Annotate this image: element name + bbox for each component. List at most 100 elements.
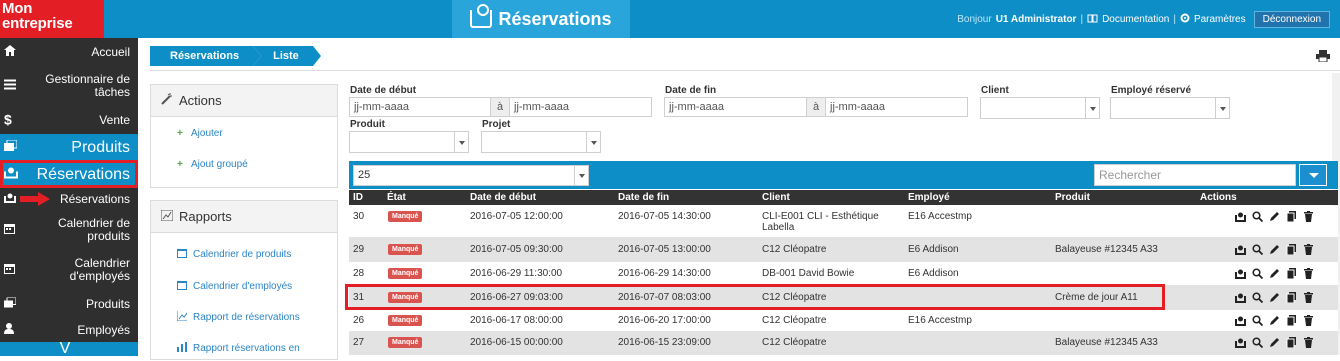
copy-icon[interactable] — [1286, 315, 1297, 327]
copy-icon[interactable] — [1286, 244, 1297, 256]
logout-button[interactable]: Déconnexion — [1253, 11, 1330, 28]
report-product-calendar[interactable]: Calendrier de produits — [151, 235, 337, 273]
report-reservations[interactable]: Rapport de réservations — [151, 299, 337, 335]
start-date-from-input[interactable]: jj-mm-aaaa — [349, 97, 491, 117]
search-icon[interactable] — [1252, 268, 1264, 280]
cell-start-date: 2016-06-17 08:00:00 — [470, 315, 563, 326]
column-id[interactable]: ID — [353, 192, 363, 203]
table-row[interactable]: 30 2016-07-05 12:00:00 2016-07-05 14:30:00… — [349, 206, 1338, 237]
row-actions — [1235, 268, 1314, 280]
breadcrumb-reservations[interactable]: Réservations — [150, 46, 262, 66]
documentation-link[interactable]: Documentation — [1102, 14, 1169, 25]
copy-icon[interactable] — [1286, 337, 1297, 349]
search-icon[interactable] — [1252, 292, 1264, 304]
search-dropdown-button[interactable] — [1299, 164, 1327, 186]
trash-icon[interactable] — [1303, 292, 1314, 303]
sidebar-item-label: Accueil — [91, 44, 130, 59]
table-row[interactable]: 29 2016-07-05 09:30:00 2016-07-05 13:00:00… — [349, 237, 1338, 262]
column-employee[interactable]: Employé — [908, 192, 950, 203]
user-menu: Bonjour U1 Administrator | Documentation… — [957, 11, 1330, 28]
sidebar-section-next[interactable]: V — [0, 342, 138, 356]
range-separator: à — [491, 97, 509, 117]
pencil-icon[interactable] — [1269, 268, 1280, 279]
gear-icon — [1180, 13, 1190, 26]
product-label: Produit — [350, 119, 385, 130]
column-end[interactable]: Date de fin — [618, 192, 669, 203]
copy-icon[interactable] — [1286, 268, 1297, 280]
search-icon[interactable] — [1252, 211, 1264, 223]
page-size-select[interactable]: 25 — [353, 165, 589, 186]
chevron-down-icon — [454, 132, 468, 152]
copy-icon[interactable] — [1286, 211, 1297, 223]
tray-icon[interactable] — [1235, 211, 1246, 222]
tray-icon[interactable] — [1235, 315, 1246, 326]
trash-icon[interactable] — [1303, 337, 1314, 348]
pencil-icon[interactable] — [1269, 211, 1280, 222]
trash-icon[interactable] — [1303, 268, 1314, 279]
project-label: Projet — [482, 119, 511, 130]
search-icon[interactable] — [1252, 315, 1264, 327]
column-state[interactable]: État — [387, 192, 406, 203]
cell-end-date: 2016-06-15 23:09:00 — [618, 337, 711, 348]
end-date-from-input[interactable]: jj-mm-aaaa — [664, 97, 807, 117]
calendar-icon — [177, 248, 187, 261]
project-select[interactable] — [481, 131, 601, 153]
client-select[interactable] — [980, 97, 1100, 119]
bulk-add-link[interactable]: + Ajout groupé — [151, 149, 337, 179]
status-badge: Manqué — [388, 211, 423, 222]
table-row[interactable]: 28 2016-06-29 11:30:00 2016-06-29 14:30:00… — [349, 262, 1338, 285]
column-product[interactable]: Produit — [1055, 192, 1090, 203]
pencil-icon[interactable] — [1269, 292, 1280, 303]
tray-icon[interactable] — [1235, 292, 1246, 303]
user-icon — [4, 323, 14, 337]
cell-employee: E16 Accestmp — [908, 315, 972, 326]
settings-link[interactable]: Paramètres — [1194, 14, 1246, 25]
end-date-to-input[interactable]: jj-mm-aaaa — [825, 97, 968, 117]
tray-icon[interactable] — [1235, 244, 1246, 255]
sidebar-item-tasks[interactable]: Gestionnaire de tâches — [0, 66, 138, 106]
report-employee-calendar[interactable]: Calendrier d'employés — [151, 273, 337, 299]
divider — [150, 70, 1340, 71]
sidebar-item-label: Calendrier d'employés — [69, 256, 130, 283]
sidebar-item-produits[interactable]: Produits — [0, 290, 138, 318]
search-input[interactable]: Rechercher — [1094, 164, 1296, 186]
add-label: Ajouter — [191, 127, 223, 139]
report-reservations-en[interactable]: Rapport réservations en — [151, 335, 337, 361]
pencil-icon[interactable] — [1269, 337, 1280, 348]
print-icon[interactable] — [1316, 50, 1330, 62]
pencil-icon[interactable] — [1269, 244, 1280, 255]
status-badge: Manqué — [388, 244, 423, 255]
trash-icon[interactable] — [1303, 315, 1314, 326]
tray-icon[interactable] — [1235, 268, 1246, 279]
report-label: Calendrier de produits — [193, 248, 292, 260]
table-row[interactable]: 27 2016-06-15 00:00:00 2016-06-15 23:09:00… — [349, 331, 1338, 355]
start-date-to-input[interactable]: jj-mm-aaaa — [509, 97, 652, 117]
pencil-icon[interactable] — [1269, 315, 1280, 326]
product-select[interactable] — [349, 131, 469, 153]
sidebar-item-employes[interactable]: Employés — [0, 318, 138, 342]
cell-id: 29 — [353, 244, 365, 255]
plus-icon: + — [177, 127, 183, 139]
tray-icon[interactable] — [1235, 337, 1246, 348]
search-icon[interactable] — [1252, 244, 1264, 256]
column-client[interactable]: Client — [762, 192, 790, 203]
highlight-box — [345, 284, 1165, 310]
sidebar-item-employee-calendar[interactable]: Calendrier d'employés — [0, 250, 138, 290]
table-row[interactable]: 26 2016-06-17 08:00:00 2016-06-20 17:00:00… — [349, 310, 1338, 331]
copy-icon[interactable] — [1286, 292, 1297, 304]
sidebar-item-reservations[interactable]: Réservations — [0, 188, 138, 210]
sidebar-section-reservations[interactable]: Réservations — [0, 160, 138, 188]
employee-select[interactable] — [1110, 97, 1230, 119]
company-logo[interactable]: Mon entreprise — [0, 0, 104, 38]
trash-icon[interactable] — [1303, 211, 1314, 222]
sidebar-item-vente[interactable]: $ Vente — [0, 106, 138, 134]
breadcrumb-list[interactable]: Liste — [253, 46, 321, 66]
search-icon[interactable] — [1252, 337, 1264, 349]
add-link[interactable]: + Ajouter — [151, 117, 337, 149]
sidebar-item-accueil[interactable]: Accueil — [0, 38, 138, 66]
cell-end-date: 2016-06-29 14:30:00 — [618, 268, 711, 279]
sidebar-item-product-calendar[interactable]: Calendrier de produits — [0, 210, 138, 250]
trash-icon[interactable] — [1303, 244, 1314, 255]
column-start[interactable]: Date de début — [470, 192, 536, 203]
sidebar-section-produits[interactable]: Produits — [0, 134, 138, 160]
